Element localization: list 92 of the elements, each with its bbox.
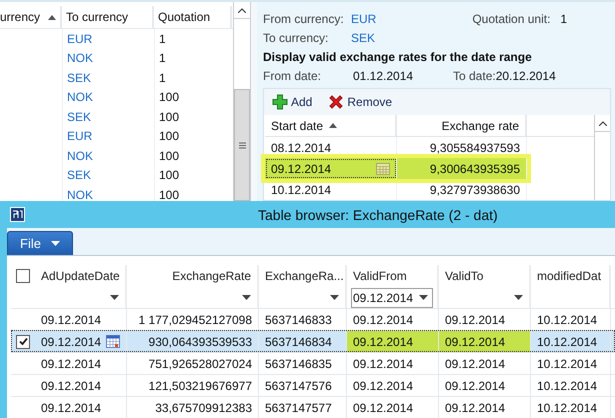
filter-dropdown[interactable] [328, 293, 341, 302]
scrollbar[interactable] [594, 115, 610, 200]
field-value: 20.12.2014 [496, 68, 556, 82]
table-cell: 100 [154, 166, 232, 185]
table-cell: 100 [154, 88, 232, 107]
field-label: Quotation unit: [472, 12, 550, 26]
field-label: From date: [263, 68, 322, 82]
table-cell: 09.12.2014 [35, 331, 127, 352]
field-value[interactable]: EUR [351, 12, 376, 26]
table-cell: 5637147577 [259, 397, 347, 418]
column-header[interactable]: To currency [62, 6, 154, 28]
table-cell: 09.12.2014 [439, 375, 531, 396]
table-cell: 9,300643935395 [397, 158, 527, 179]
table-cell: NOK [62, 146, 154, 166]
dropdown-arrow-icon [50, 241, 60, 246]
table-cell: 10.12.2014 [531, 397, 611, 418]
date-field[interactable]: 09.12.2014 [265, 158, 397, 179]
close-icon [328, 94, 344, 110]
table-cell: 09.12.2014 [347, 331, 439, 352]
table-cell: 33,675709912383 [127, 397, 259, 418]
scrollbar[interactable] [233, 2, 250, 201]
table-cell: 9,327973938630 [397, 179, 527, 200]
table-cell: SEK [62, 107, 154, 126]
field-value: 01.12.2014 [353, 68, 414, 82]
table-cell: 10.12.2014 [531, 331, 611, 352]
table-cell: 100 [154, 146, 232, 166]
field-label: To currency: [263, 30, 330, 44]
column-header[interactable]: ExchangeRate [127, 265, 259, 287]
table-cell: 5637147576 [259, 375, 347, 396]
table-cell: 09.12.2014 [35, 375, 127, 396]
dropdown-arrow-icon [110, 295, 119, 300]
dropdown-arrow-icon [242, 295, 251, 300]
table-cell: 1 [154, 68, 232, 88]
window-title: Table browser: ExchangeRate (2 - dat) [258, 206, 498, 222]
dropdown-arrow-icon [419, 295, 428, 300]
table-cell: 09.12.2014 [347, 397, 439, 418]
sort-arrow-icon [48, 14, 56, 20]
column-header[interactable]: ValidTo [439, 265, 531, 287]
table-cell: 100 [154, 126, 232, 146]
filter-dropdown[interactable] [240, 293, 253, 302]
date-field[interactable]: 10.12.2014 [265, 179, 397, 200]
section-heading: Display valid exchange rates for the date range [263, 48, 533, 66]
column-header[interactable]: urrency [0, 6, 62, 28]
table-cell: 09.12.2014 [439, 331, 531, 352]
table-cell: 09.12.2014 [439, 353, 531, 374]
column-header[interactable]: modifiedDat [531, 265, 611, 287]
chevron-up-icon [238, 8, 246, 12]
column-header[interactable]: AdUpdateDate [35, 265, 127, 287]
table-cell: 09.12.2014 [439, 397, 531, 418]
column-header[interactable]: ExchangeRa... [259, 265, 347, 287]
dropdown-arrow-icon [330, 295, 339, 300]
calendar-icon[interactable] [106, 335, 120, 348]
field-label: From currency: [263, 12, 345, 26]
grip-icon [238, 142, 246, 148]
filter-dropdown[interactable] [512, 293, 525, 302]
field-label: To date: [453, 68, 496, 82]
add-button[interactable]: Add [272, 94, 312, 110]
sort-arrow-icon [329, 123, 338, 128]
table-cell: SEK [62, 68, 154, 88]
table-cell: EUR [62, 126, 154, 146]
table-cell: EUR [62, 29, 154, 48]
select-all-checkbox[interactable] [16, 269, 30, 283]
table-cell: 930,064393539533 [127, 331, 259, 352]
table-cell: 10.12.2014 [531, 353, 611, 374]
dropdown-arrow-icon [514, 295, 523, 300]
table-cell: 09.12.2014 [35, 397, 127, 418]
remove-button[interactable]: Remove [328, 94, 392, 110]
column-header[interactable]: Start date [265, 115, 397, 136]
table-cell: SEK [62, 166, 154, 185]
filter-field[interactable]: 09.12.2014 [351, 288, 433, 308]
field-value: 1 [560, 12, 568, 26]
filter-dropdown[interactable] [108, 293, 121, 302]
plus-icon [272, 94, 288, 110]
field-value[interactable]: SEK [351, 30, 376, 44]
table-cell: 100 [154, 107, 232, 126]
table-cell: 5637146835 [259, 353, 347, 374]
table-cell: 09.12.2014 [347, 375, 439, 396]
row-checkbox[interactable] [16, 334, 30, 348]
table-cell: 121,503219676977 [127, 375, 259, 396]
table-cell: 1 [154, 48, 232, 68]
chevron-up-icon [598, 120, 606, 126]
table-cell: 1 [154, 29, 232, 48]
table-cell: 10.12.2014 [531, 375, 611, 396]
table-cell: 09.12.2014 [347, 353, 439, 374]
column-header[interactable]: Exchange rate [397, 115, 527, 136]
table-cell: 751,926528027024 [127, 353, 259, 374]
file-menu-button[interactable]: File [7, 231, 73, 255]
table-cell: 09.12.2014 [35, 353, 127, 374]
table-cell: NOK [62, 88, 154, 107]
calendar-icon [376, 162, 390, 174]
app-icon [10, 207, 25, 222]
table-cell: NOK [62, 48, 154, 68]
